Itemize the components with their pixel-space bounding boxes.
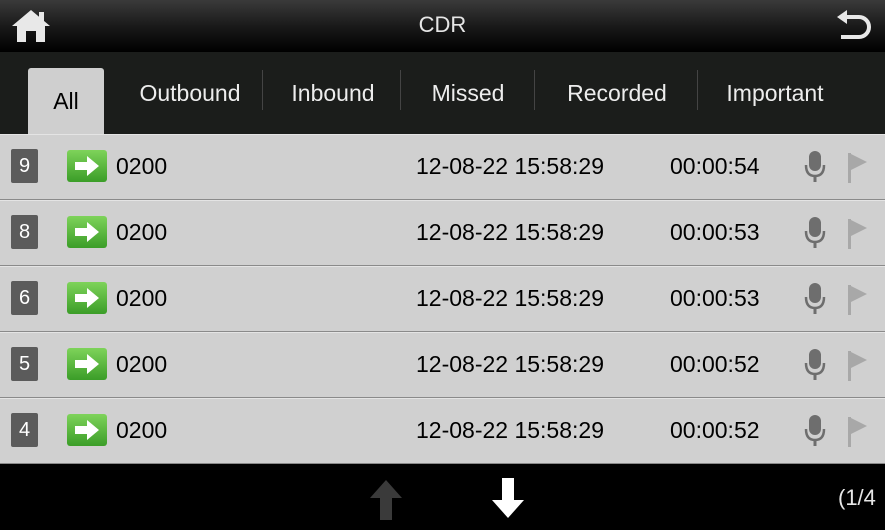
pagination-bar: (1/4 xyxy=(0,464,885,530)
tab-outbound[interactable]: Outbound xyxy=(120,52,260,134)
record-index-badge: 9 xyxy=(11,149,38,183)
tab-divider xyxy=(697,70,698,110)
call-record-row[interactable]: 8 0200 12-08-22 15:58:29 00:00:53 xyxy=(0,200,885,266)
microphone-icon xyxy=(804,415,826,446)
tab-divider xyxy=(262,70,263,110)
tab-inbound[interactable]: Inbound xyxy=(268,52,398,134)
call-duration: 00:00:54 xyxy=(670,153,760,179)
call-timestamp: 12-08-22 15:58:29 xyxy=(416,219,604,245)
call-duration: 00:00:53 xyxy=(670,285,760,311)
call-record-list: 9 0200 12-08-22 15:58:29 00:00:54 8 0200… xyxy=(0,134,885,464)
page-title: CDR xyxy=(418,12,467,37)
tab-recorded[interactable]: Recorded xyxy=(538,52,696,134)
tab-important[interactable]: Important xyxy=(700,52,850,134)
page-down-arrow-icon[interactable] xyxy=(490,476,526,520)
call-timestamp: 12-08-22 15:58:29 xyxy=(416,285,604,311)
call-timestamp: 12-08-22 15:58:29 xyxy=(416,351,604,377)
record-index-badge: 6 xyxy=(11,281,38,315)
tab-all[interactable]: All xyxy=(28,68,104,134)
flag-icon[interactable] xyxy=(845,349,869,383)
call-record-row[interactable]: 4 0200 12-08-22 15:58:29 00:00:52 xyxy=(0,398,885,464)
call-record-row[interactable]: 5 0200 12-08-22 15:58:29 00:00:52 xyxy=(0,332,885,398)
tab-divider xyxy=(534,70,535,110)
tab-missed[interactable]: Missed xyxy=(404,52,532,134)
call-timestamp: 12-08-22 15:58:29 xyxy=(416,417,604,443)
back-button[interactable] xyxy=(831,8,873,44)
call-record-row[interactable]: 6 0200 12-08-22 15:58:29 00:00:53 xyxy=(0,266,885,332)
record-index-badge: 4 xyxy=(11,413,38,447)
tab-divider xyxy=(400,70,401,110)
phone-number: 0200 xyxy=(116,417,168,443)
title-bar: CDR xyxy=(0,0,885,52)
call-record-row[interactable]: 9 0200 12-08-22 15:58:29 00:00:54 xyxy=(0,134,885,200)
outbound-arrow-icon xyxy=(67,348,107,380)
phone-number: 0200 xyxy=(116,285,168,311)
call-duration: 00:00:53 xyxy=(670,219,760,245)
page-indicator: (1/4 xyxy=(838,485,876,510)
outbound-arrow-icon xyxy=(67,282,107,314)
back-arrow-icon xyxy=(837,10,871,39)
call-duration: 00:00:52 xyxy=(670,351,760,377)
record-index-badge: 5 xyxy=(11,347,38,381)
flag-icon[interactable] xyxy=(845,217,869,251)
phone-number: 0200 xyxy=(116,351,168,377)
phone-number: 0200 xyxy=(116,153,168,179)
flag-icon[interactable] xyxy=(845,283,869,317)
outbound-arrow-icon xyxy=(67,216,107,248)
outbound-arrow-icon xyxy=(67,150,107,182)
flag-icon[interactable] xyxy=(845,151,869,185)
record-index-badge: 8 xyxy=(11,215,38,249)
microphone-icon xyxy=(804,151,826,182)
page-up-arrow-icon[interactable] xyxy=(368,478,404,522)
microphone-icon xyxy=(804,349,826,380)
call-timestamp: 12-08-22 15:58:29 xyxy=(416,153,604,179)
call-duration: 00:00:52 xyxy=(670,417,760,443)
tab-bar: All Outbound Inbound Missed Recorded Imp… xyxy=(0,52,885,134)
phone-number: 0200 xyxy=(116,219,168,245)
microphone-icon xyxy=(804,283,826,314)
microphone-icon xyxy=(804,217,826,248)
flag-icon[interactable] xyxy=(845,415,869,449)
outbound-arrow-icon xyxy=(67,414,107,446)
